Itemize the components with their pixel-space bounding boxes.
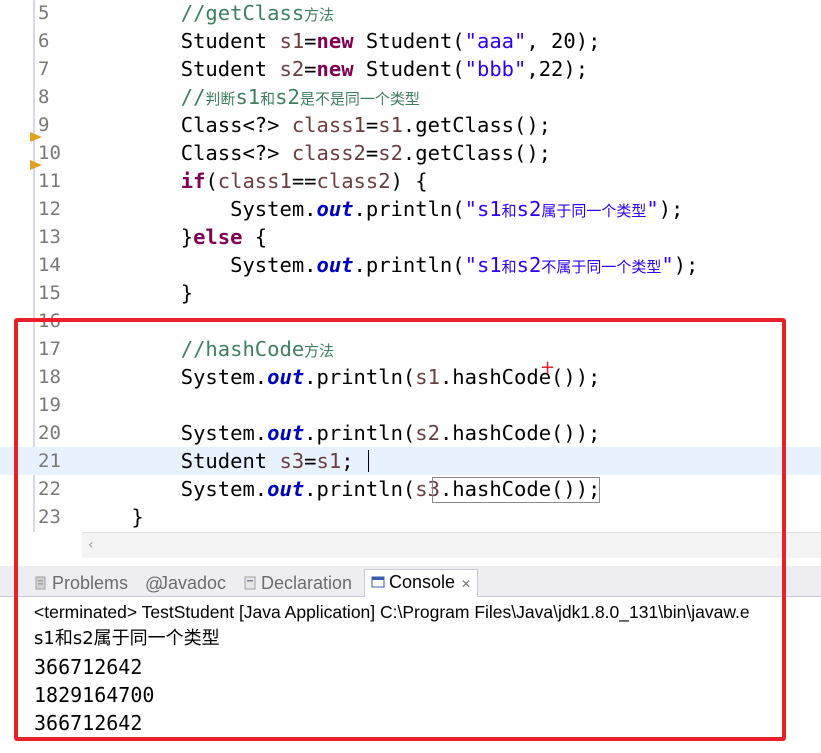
tab-problems-label: Problems xyxy=(52,573,129,593)
code-line[interactable]: 17 //hashCode方法 xyxy=(0,335,821,363)
code-line[interactable]: 10 Class<?> class2=s2.getClass(); xyxy=(0,139,821,170)
code-line[interactable]: 7 Student s2=new Student("bbb",22); xyxy=(0,55,821,83)
code-editor[interactable]: 5 //getClass方法 6 Student s1=new Student("… xyxy=(0,0,821,532)
code-text[interactable]: System.out.println("s1和s2属于同一个类型"); xyxy=(82,195,683,225)
console-output-line: 366712642 xyxy=(34,655,143,679)
code-line[interactable]: 23 } xyxy=(0,503,821,531)
tab-declaration[interactable]: Declaration xyxy=(243,571,352,595)
line-number: 20 xyxy=(38,422,61,444)
bottom-panel: Problems @Javadoc Declaration Console ✕ <… xyxy=(0,558,821,753)
code-line[interactable]: 21 Student s3=s1; xyxy=(0,447,821,475)
line-number: 6 xyxy=(38,30,50,52)
code-text[interactable]: Student s3=s1; xyxy=(82,447,354,475)
line-number: 8 xyxy=(38,86,50,108)
console-icon xyxy=(371,576,385,588)
scroll-left-icon[interactable]: ‹ xyxy=(88,537,94,553)
code-text[interactable]: //getClass方法 xyxy=(82,0,334,29)
code-text[interactable]: Student s2=new Student("bbb",22); xyxy=(82,55,588,83)
line-number: 15 xyxy=(38,282,61,304)
code-text[interactable]: } xyxy=(82,279,193,307)
code-line[interactable]: 6 Student s1=new Student("aaa", 20); xyxy=(0,27,821,55)
tab-javadoc[interactable]: @Javadoc xyxy=(145,571,226,595)
line-number: 23 xyxy=(38,506,61,528)
code-line[interactable]: 16 xyxy=(0,307,821,335)
line-number: 13 xyxy=(38,226,61,248)
console-output-line: 366712642 xyxy=(34,711,143,735)
panel-tab-bar: Problems @Javadoc Declaration Console ✕ xyxy=(0,566,821,597)
tab-javadoc-label: Javadoc xyxy=(159,573,227,593)
code-text[interactable]: }else { xyxy=(82,223,267,251)
code-line[interactable]: 5 //getClass方法 xyxy=(0,0,821,27)
line-number: 17 xyxy=(38,338,61,360)
warning-marker-icon[interactable] xyxy=(30,121,42,142)
close-icon[interactable]: ✕ xyxy=(461,577,471,591)
bracket-match-box xyxy=(432,477,600,503)
line-number: 16 xyxy=(38,310,61,332)
declaration-icon xyxy=(244,576,256,590)
editor-horizontal-scrollbar[interactable]: ‹ xyxy=(82,532,821,559)
code-text[interactable]: Class<?> class1=s1.getClass(); xyxy=(82,111,551,139)
code-line[interactable]: 9 Class<?> class1=s1.getClass(); xyxy=(0,111,821,142)
code-text[interactable]: if(class1==class2) { xyxy=(82,167,428,195)
code-line[interactable]: 12 System.out.println("s1和s2属于同一个类型"); xyxy=(0,195,821,223)
mouse-cursor-icon: + xyxy=(540,357,556,378)
code-text[interactable]: System.out.println(s1.hashCode()); xyxy=(82,363,601,391)
line-number: 18 xyxy=(38,366,61,388)
code-line[interactable]: 18 System.out.println(s1.hashCode()); xyxy=(0,363,821,391)
line-number: 7 xyxy=(38,58,50,80)
code-line[interactable]: 19 xyxy=(0,391,821,419)
line-number: 12 xyxy=(38,198,61,220)
tab-problems[interactable]: Problems xyxy=(34,571,128,595)
code-text[interactable]: //判断s1和s2是不是同一个类型 xyxy=(82,83,420,113)
console-status-line: <terminated> TestStudent [Java Applicati… xyxy=(34,602,750,622)
console-output-line: s1和s2属于同一个类型 xyxy=(34,628,220,649)
line-number: 9 xyxy=(38,114,50,136)
code-line[interactable]: 13 }else { xyxy=(0,223,821,251)
code-text[interactable]: } xyxy=(82,503,143,531)
problems-icon xyxy=(35,576,46,590)
line-number: 21 xyxy=(38,450,61,472)
code-text[interactable]: Class<?> class2=s2.getClass(); xyxy=(82,139,551,167)
line-number: 22 xyxy=(38,478,61,500)
line-number: 5 xyxy=(38,2,50,24)
tab-console-label: Console xyxy=(389,572,456,592)
console-output-line: 1829164700 xyxy=(34,683,155,707)
code-text[interactable]: //hashCode方法 xyxy=(82,335,334,365)
code-line[interactable]: 11 if(class1==class2) { xyxy=(0,167,821,195)
text-caret xyxy=(368,450,369,472)
code-text[interactable]: Student s1=new Student("aaa", 20); xyxy=(82,27,601,55)
line-number: 10 xyxy=(38,142,61,164)
line-number: 19 xyxy=(38,394,61,416)
code-line[interactable]: 14 System.out.println("s1和s2不属于同一个类型"); xyxy=(0,251,821,279)
warning-marker-icon[interactable] xyxy=(30,149,42,170)
javadoc-icon: @ xyxy=(145,574,164,594)
code-text[interactable]: System.out.println(s2.hashCode()); xyxy=(82,419,601,447)
tab-console[interactable]: Console ✕ xyxy=(364,569,479,597)
line-number: 11 xyxy=(38,170,61,192)
line-number: 14 xyxy=(38,254,61,276)
tab-declaration-label: Declaration xyxy=(261,573,353,593)
code-line[interactable]: 20 System.out.println(s2.hashCode()); xyxy=(0,419,821,447)
code-line[interactable]: 15 } xyxy=(0,279,821,307)
code-line[interactable]: 8 //判断s1和s2是不是同一个类型 xyxy=(0,83,821,111)
code-line[interactable]: 22 System.out.println(s3.hashCode()); xyxy=(0,475,821,503)
code-text[interactable]: System.out.println("s1和s2不属于同一个类型"); xyxy=(82,251,698,281)
